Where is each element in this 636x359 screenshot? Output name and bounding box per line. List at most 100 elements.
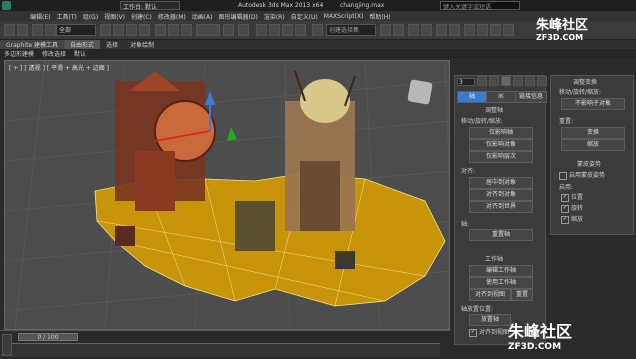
align-to-view-checkbox[interactable]: ✓ 对齐到视图 xyxy=(469,327,509,337)
move-icon[interactable] xyxy=(155,24,166,36)
angle-snap-icon[interactable] xyxy=(269,24,280,36)
workspace-select[interactable]: 工作台: 默认 xyxy=(120,1,180,11)
schematic-view-icon[interactable] xyxy=(449,24,460,36)
adjust-pivot-title[interactable]: 调整轴 xyxy=(485,105,503,114)
align-to-view-button[interactable]: 对齐到视图 xyxy=(469,289,511,301)
align-to-object-button[interactable]: 对齐到对象 xyxy=(469,189,533,201)
listener-icon[interactable] xyxy=(2,334,12,356)
render-production-icon[interactable] xyxy=(503,24,514,36)
window-crossing-icon[interactable] xyxy=(139,24,150,36)
position-check-icon: ✓ xyxy=(561,193,569,202)
menu-maxscript[interactable]: MAXScript(X) xyxy=(324,13,364,20)
move-rotate-label: 移动/旋转/缩放: xyxy=(461,118,504,125)
working-pivot-title[interactable]: 工作轴 xyxy=(485,254,503,263)
reset-scale-button[interactable]: 缩放 xyxy=(561,139,625,151)
adjust-transform-title[interactable]: 调整变换 xyxy=(573,77,597,86)
motion-tab-icon[interactable] xyxy=(513,76,523,86)
affect-pivot-only-button[interactable]: 仅影响轴 xyxy=(469,127,533,139)
layer-manager-icon[interactable] xyxy=(408,24,419,36)
subbar-polygon-modeling[interactable]: 多边形建模 xyxy=(0,49,38,58)
spinner-snap-icon[interactable] xyxy=(295,24,306,36)
skin-pose-title[interactable]: 蒙皮姿势 xyxy=(577,159,601,168)
curve-editor-icon[interactable] xyxy=(436,24,447,36)
affect-hierarchy-only-button[interactable]: 仅影响层次 xyxy=(469,151,533,163)
graphite-toggle-icon[interactable] xyxy=(421,24,432,36)
menu-help[interactable]: 帮助(H) xyxy=(369,12,390,21)
named-selection-input[interactable]: 创建选择集 xyxy=(326,24,376,36)
subbar-default[interactable]: 默认 xyxy=(70,49,90,58)
unlink-icon[interactable] xyxy=(45,24,56,36)
align-icon[interactable] xyxy=(393,24,404,36)
subbar-modify-selection[interactable]: 修改选择 xyxy=(38,49,70,58)
center-to-object-button[interactable]: 居中到对象 xyxy=(469,177,533,189)
affect-object-only-button[interactable]: 仅影响对象 xyxy=(469,139,533,151)
reset-transform-button[interactable]: 变换 xyxy=(561,127,625,139)
display-tab-icon[interactable] xyxy=(525,76,535,86)
reset-working-pivot-button[interactable]: 重置 xyxy=(511,289,533,301)
rotation-checkbox[interactable]: ✓ 旋转 xyxy=(561,203,583,213)
ref-coord-icon[interactable] xyxy=(196,24,220,36)
rect-selection-icon[interactable] xyxy=(126,24,137,36)
percent-snap-icon[interactable] xyxy=(282,24,293,36)
viewport-label[interactable]: [ + ] [ 透视 ] [ 平滑 + 高光 + 边面 ] xyxy=(9,63,109,72)
align-to-view-check-label: 对齐到视图 xyxy=(479,329,510,336)
menu-create[interactable]: 创建(C) xyxy=(131,12,152,21)
create-tab-icon[interactable] xyxy=(477,76,487,86)
search-input[interactable]: 键入关键字或短语 xyxy=(440,1,520,11)
tab-ik[interactable]: IK xyxy=(486,91,516,103)
menu-modifiers[interactable]: 修改器(M) xyxy=(158,12,186,21)
dont-affect-children-button[interactable]: 不影响子对象 xyxy=(561,98,625,110)
render-frame-icon[interactable] xyxy=(490,24,501,36)
tab-selection[interactable]: 选择 xyxy=(100,40,124,49)
render-setup-icon[interactable] xyxy=(477,24,488,36)
modify-tab-icon[interactable] xyxy=(489,76,499,86)
menu-graph-editors[interactable]: 图形编辑器(D) xyxy=(219,12,258,21)
watermark-top-text: 朱峰社区 xyxy=(536,18,589,33)
snap-toggle-icon[interactable] xyxy=(256,24,267,36)
position-checkbox[interactable]: ✓ 位置 xyxy=(561,192,583,202)
enable-skin-pose-checkbox[interactable]: 启用蒙皮姿势 xyxy=(559,170,605,180)
rotate-icon[interactable] xyxy=(168,24,179,36)
menu-animation[interactable]: 动画(A) xyxy=(192,12,213,21)
menu-views[interactable]: 视图(V) xyxy=(104,12,125,21)
hierarchy-tab-icon[interactable] xyxy=(501,76,511,86)
material-editor-icon[interactable] xyxy=(464,24,475,36)
utilities-tab-icon[interactable] xyxy=(537,76,547,86)
viewport-scene xyxy=(5,61,449,329)
redo-icon[interactable] xyxy=(17,24,28,36)
viewcube-icon[interactable] xyxy=(407,79,433,105)
align-to-world-button[interactable]: 对齐到世界 xyxy=(469,201,533,213)
app-logo-icon[interactable] xyxy=(2,1,11,10)
menu-tools[interactable]: 工具(T) xyxy=(56,12,76,21)
reset-pivot-button[interactable]: 重置轴 xyxy=(469,229,533,241)
menu-customize[interactable]: 自定义(U) xyxy=(291,12,318,21)
select-by-name-icon[interactable] xyxy=(113,24,124,36)
rotation-check-icon: ✓ xyxy=(561,204,569,213)
track-bar[interactable] xyxy=(10,343,440,357)
time-slider[interactable]: 0 / 100 xyxy=(18,333,78,341)
edit-working-pivot-button[interactable]: 编辑工作轴 xyxy=(469,265,533,277)
pivot-center-icon[interactable] xyxy=(223,24,234,36)
perspective-viewport[interactable]: [ + ] [ 透视 ] [ 平滑 + 高光 + 边面 ] xyxy=(4,60,450,330)
menu-group[interactable]: 组(G) xyxy=(83,12,98,21)
command-panel-tabs xyxy=(477,76,547,88)
tab-object-paint[interactable]: 对象绘制 xyxy=(124,40,160,49)
menu-edit[interactable]: 编辑(E) xyxy=(30,12,50,21)
mirror-icon[interactable] xyxy=(380,24,391,36)
edit-named-sel-icon[interactable] xyxy=(312,24,323,36)
tab-link-info[interactable]: 链接信息 xyxy=(515,91,547,103)
scale-checkbox[interactable]: ✓ 缩放 xyxy=(561,214,583,224)
scale-icon[interactable] xyxy=(181,24,192,36)
link-icon[interactable] xyxy=(32,24,43,36)
tab-pivot[interactable]: 轴 xyxy=(457,91,487,103)
select-manipulate-icon[interactable] xyxy=(238,24,249,36)
undo-icon[interactable] xyxy=(4,24,15,36)
menu-rendering[interactable]: 渲染(R) xyxy=(264,12,285,21)
selection-filter-dropdown[interactable]: 全部 xyxy=(56,24,96,36)
use-working-pivot-button[interactable]: 使用工作轴 xyxy=(469,277,533,289)
object-name-field[interactable]: 3 xyxy=(457,78,475,86)
select-object-icon[interactable] xyxy=(100,24,111,36)
tab-freeform[interactable]: 自由形式 xyxy=(64,40,101,49)
tab-graphite-modeling[interactable]: Graphite 建模工具 xyxy=(0,40,65,49)
place-pivot-button[interactable]: 放置轴 xyxy=(469,314,511,326)
